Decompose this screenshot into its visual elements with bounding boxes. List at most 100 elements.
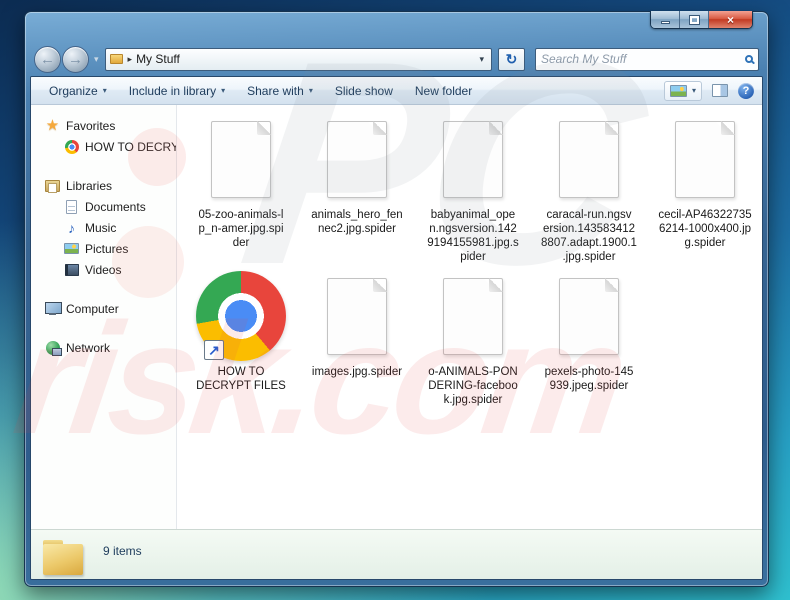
address-folder-icon: [110, 53, 124, 65]
sidebar-item-videos[interactable]: Videos: [31, 259, 176, 280]
toolbar-right-group: ▾ ?: [664, 81, 754, 101]
address-bar[interactable]: ▸ My Stuff ▾: [105, 48, 492, 71]
blank-file-icon: [327, 278, 387, 355]
explorer-window: × ← → ▾ ▸ My Stuff ▾ ↻: [24, 11, 769, 587]
chrome-icon: [65, 140, 79, 154]
close-button[interactable]: ×: [709, 11, 752, 28]
file-name-label: cecil-AP463227356214-1000x400.jpg.spider: [658, 208, 751, 250]
chrome-icon: [64, 139, 79, 154]
file-name-label: HOW TODECRYPT FILES: [196, 365, 286, 393]
minimize-icon: [661, 21, 670, 24]
chevron-down-icon: ▾: [221, 86, 225, 95]
window-controls: ×: [650, 11, 753, 29]
back-button[interactable]: ←: [34, 46, 61, 73]
sidebar-item-pictures[interactable]: Pictures: [31, 238, 176, 259]
toolbar-button-include-in-library[interactable]: Include in library ▾: [119, 80, 235, 102]
shortcut-arrow-icon: ↗: [204, 340, 224, 360]
file-name-label: babyanimal_open.ngsversion.1429194155981…: [427, 208, 518, 264]
blank-file-icon: [443, 278, 503, 355]
views-icon: [670, 85, 687, 97]
sidebar-item-label: Computer: [66, 302, 119, 316]
sidebar-item-label: HOW TO DECRYPT I: [85, 140, 176, 154]
file-item-o-animals-pondering-facebook-jpg-spider[interactable]: o-ANIMALS-PONDERING-facebook.jpg.spider: [415, 268, 531, 425]
document-icon: [64, 199, 79, 214]
file-item-05-zoo-animals-lp-n-amer-jpg-spider[interactable]: 05-zoo-animals-lp_n-amer.jpg.spider: [183, 111, 299, 268]
toolbar-button-share-with[interactable]: Share with ▾: [237, 80, 323, 102]
file-name-label: caracal-run.ngsversion.1435834128807.ada…: [541, 208, 637, 264]
sidebar-item-label: Documents: [85, 200, 146, 214]
search-box: [535, 48, 759, 71]
close-icon: ×: [727, 14, 734, 26]
content-area: ★ Favorites HOW TO DECRYPT I Libraries D…: [31, 105, 762, 529]
maximize-button[interactable]: [680, 11, 709, 28]
file-item-images-jpg-spider[interactable]: images.jpg.spider: [299, 268, 415, 425]
file-item-cecil-ap463227356214-1000x400-jpg-spider[interactable]: cecil-AP463227356214-1000x400.jpg.spider: [647, 111, 762, 268]
toolbar-left-group: Organize ▾ Include in library ▾ Share wi…: [39, 80, 482, 102]
file-name-label: 05-zoo-animals-lp_n-amer.jpg.spider: [198, 208, 283, 250]
sidebar-item-label: Pictures: [85, 242, 128, 256]
sidebar-item-how-to-decrypt-i[interactable]: HOW TO DECRYPT I: [31, 136, 176, 157]
refresh-button[interactable]: ↻: [498, 48, 525, 71]
blank-file-icon: [675, 121, 735, 198]
desktop-background: × ← → ▾ ▸ My Stuff ▾ ↻: [0, 0, 790, 600]
pictures-icon: [64, 241, 79, 256]
items-count: 9 items: [103, 544, 142, 558]
command-toolbar: Organize ▾ Include in library ▾ Share wi…: [31, 77, 762, 105]
file-grid: 05-zoo-animals-lp_n-amer.jpg.spider anim…: [183, 111, 762, 425]
change-view-button[interactable]: ▾: [664, 81, 702, 101]
breadcrumb[interactable]: My Stuff: [136, 52, 180, 66]
toolbar-button-slide-show[interactable]: Slide show: [325, 80, 403, 102]
search-input[interactable]: [541, 52, 741, 66]
libraries-icon: [45, 178, 60, 193]
blank-file-icon: [327, 121, 387, 198]
sidebar-item-computer[interactable]: Computer: [31, 298, 176, 319]
sidebar-item-label: Network: [66, 341, 110, 355]
toolbar-button-organize[interactable]: Organize ▾: [39, 80, 117, 102]
refresh-icon: ↻: [506, 51, 518, 68]
navigation-bar: ← → ▾ ▸ My Stuff ▾ ↻: [30, 42, 763, 76]
file-name-label: pexels-photo-145939.jpeg.spider: [545, 365, 634, 393]
sidebar-item-favorites[interactable]: ★ Favorites: [31, 115, 176, 136]
search-icon[interactable]: [745, 55, 753, 63]
views-caret-icon: ▾: [692, 86, 696, 95]
navigation-pane: ★ Favorites HOW TO DECRYPT I Libraries D…: [31, 105, 177, 529]
videos-icon: [64, 262, 79, 277]
sidebar-item-label: Music: [85, 221, 116, 235]
toolbar-button-new-folder[interactable]: New folder: [405, 80, 482, 102]
address-dropdown-icon[interactable]: ▾: [476, 54, 487, 65]
blank-file-icon: [559, 278, 619, 355]
sidebar-item-libraries[interactable]: Libraries: [31, 175, 176, 196]
sidebar-item-music[interactable]: ♪ Music: [31, 217, 176, 238]
sidebar-item-documents[interactable]: Documents: [31, 196, 176, 217]
file-list-area[interactable]: 05-zoo-animals-lp_n-amer.jpg.spider anim…: [177, 105, 762, 529]
title-bar[interactable]: ×: [30, 12, 763, 42]
file-item-animals-hero-fennec2-jpg-spider[interactable]: animals_hero_fennec2.jpg.spider: [299, 111, 415, 268]
file-name-label: animals_hero_fennec2.jpg.spider: [311, 208, 402, 236]
folder-icon: [43, 540, 85, 576]
sidebar-item-label: Favorites: [66, 119, 115, 133]
maximize-icon: [690, 16, 699, 24]
blank-file-icon: [559, 121, 619, 198]
help-icon[interactable]: ?: [738, 83, 754, 99]
network-icon: [45, 340, 60, 355]
back-icon: ←: [40, 51, 55, 68]
file-item-how-to-decrypt-files[interactable]: ↗ HOW TODECRYPT FILES: [183, 268, 299, 425]
sidebar-item-network[interactable]: Network: [31, 337, 176, 358]
preview-pane-icon[interactable]: [712, 84, 728, 97]
blank-file-icon: [443, 121, 503, 198]
file-item-caracal-run-ngsversion-1435834128807-ada[interactable]: caracal-run.ngsversion.1435834128807.ada…: [531, 111, 647, 268]
breadcrumb-arrow-icon[interactable]: ▸: [128, 54, 133, 65]
minimize-button[interactable]: [651, 11, 680, 28]
recent-pages-caret-icon[interactable]: ▾: [94, 54, 99, 65]
file-item-pexels-photo-145939-jpeg-spider[interactable]: pexels-photo-145939.jpeg.spider: [531, 268, 647, 425]
star-icon: ★: [45, 118, 60, 133]
forward-button[interactable]: →: [62, 46, 89, 73]
file-name-label: o-ANIMALS-PONDERING-facebook.jpg.spider: [428, 365, 517, 407]
chevron-down-icon: ▾: [103, 86, 107, 95]
file-item-babyanimal-open-ngsversion-1429194155981[interactable]: babyanimal_open.ngsversion.1429194155981…: [415, 111, 531, 268]
forward-icon: →: [68, 51, 83, 68]
sidebar-item-label: Videos: [85, 263, 121, 277]
music-icon: ♪: [64, 220, 79, 235]
sidebar-item-label: Libraries: [66, 179, 112, 193]
file-name-label: images.jpg.spider: [312, 365, 402, 379]
